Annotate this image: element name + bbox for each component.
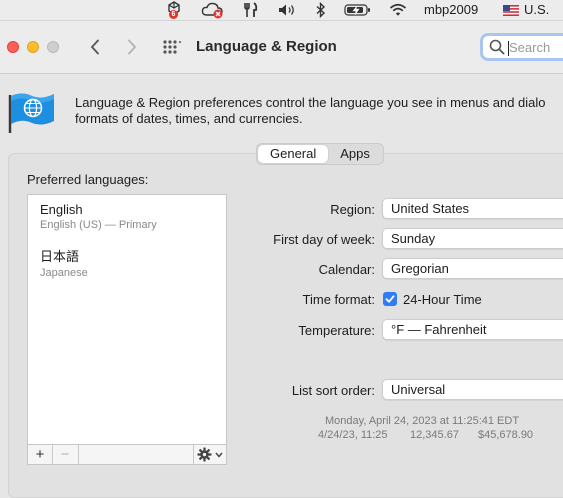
preferred-languages-list[interactable]: English English (US) — Primary 日本語 Japan… [27,194,227,445]
24-hour-time-checkbox[interactable] [383,292,397,306]
list-controls: + − [27,444,227,465]
time-format-label: Time format: [302,292,375,307]
list-item[interactable]: English English (US) — Primary [40,202,157,231]
us-flag-icon[interactable] [502,0,520,20]
search-field[interactable]: Search [480,33,563,61]
wifi-icon[interactable] [388,0,408,20]
close-button[interactable] [7,41,19,53]
hostname-label[interactable]: mbp2009 [424,2,478,17]
add-language-button[interactable]: + [28,445,52,464]
tab-apps[interactable]: Apps [328,145,382,163]
divider [78,445,79,464]
calendar-popup[interactable]: Gregorian [382,258,563,279]
sort-order-label: List sort order: [291,383,375,398]
icloud-error-icon[interactable] [200,0,226,20]
menu-bar: 6 mbp2009 U.S. [0,0,563,21]
show-all-button[interactable] [160,35,184,59]
sample-date-long: Monday, April 24, 2023 at 11:25:41 EDT [325,415,520,427]
24-hour-time-label[interactable]: 24-Hour Time [403,292,482,307]
tools-icon[interactable] [242,0,260,20]
sample-date-short: 4/24/23, 11:25 [318,429,388,441]
app-badge-icon[interactable]: 6 [163,0,185,20]
remove-language-button[interactable]: − [53,445,77,464]
input-source-label[interactable]: U.S. [524,2,549,17]
list-item[interactable]: 日本語 Japanese [40,246,88,279]
sort-order-popup[interactable]: Universal [382,379,563,400]
search-input[interactable]: Search [508,40,550,56]
back-button[interactable] [83,35,107,59]
region-label: Region: [330,202,375,217]
bluetooth-icon[interactable] [314,0,328,20]
search-icon [489,39,505,55]
chevron-right-icon [128,39,137,55]
zoom-button[interactable] [47,41,59,53]
checkmark-icon [385,295,395,303]
tab-general[interactable]: General [258,145,329,163]
calendar-label: Calendar: [318,262,375,277]
grid-icon [163,40,181,54]
notification-badge: 6 [169,10,178,19]
sample-number: 12,345.67 [410,429,459,441]
window-toolbar: Language & Region Search [0,21,563,74]
first-day-label: First day of week: [273,232,375,247]
language-region-icon [8,87,56,140]
region-popup[interactable]: United States [382,198,563,219]
chevron-left-icon [90,39,99,55]
sample-currency: $45,678.90 [478,429,534,441]
language-name: 日本語 [40,249,80,264]
battery-charging-icon[interactable] [343,0,373,20]
action-menu-button[interactable] [194,445,226,464]
temperature-label: Temperature: [298,323,375,338]
description-text: Language & Region preferences control th… [75,95,546,126]
language-detail: Japanese [40,267,88,279]
text-caret [508,40,509,56]
preferred-languages-label: Preferred languages: [27,172,149,187]
tab-bar: General Apps [256,143,384,165]
first-day-popup[interactable]: Sunday [382,228,563,249]
minimize-button[interactable] [27,41,39,53]
gear-icon [197,447,212,462]
language-name: English [40,202,83,217]
temperature-popup[interactable]: °F — Fahrenheit [382,319,563,340]
volume-icon[interactable] [277,0,299,20]
forward-button[interactable] [120,35,144,59]
language-detail: English (US) — Primary [40,219,157,231]
chevron-down-icon [215,452,223,458]
window-title: Language & Region [196,38,337,55]
